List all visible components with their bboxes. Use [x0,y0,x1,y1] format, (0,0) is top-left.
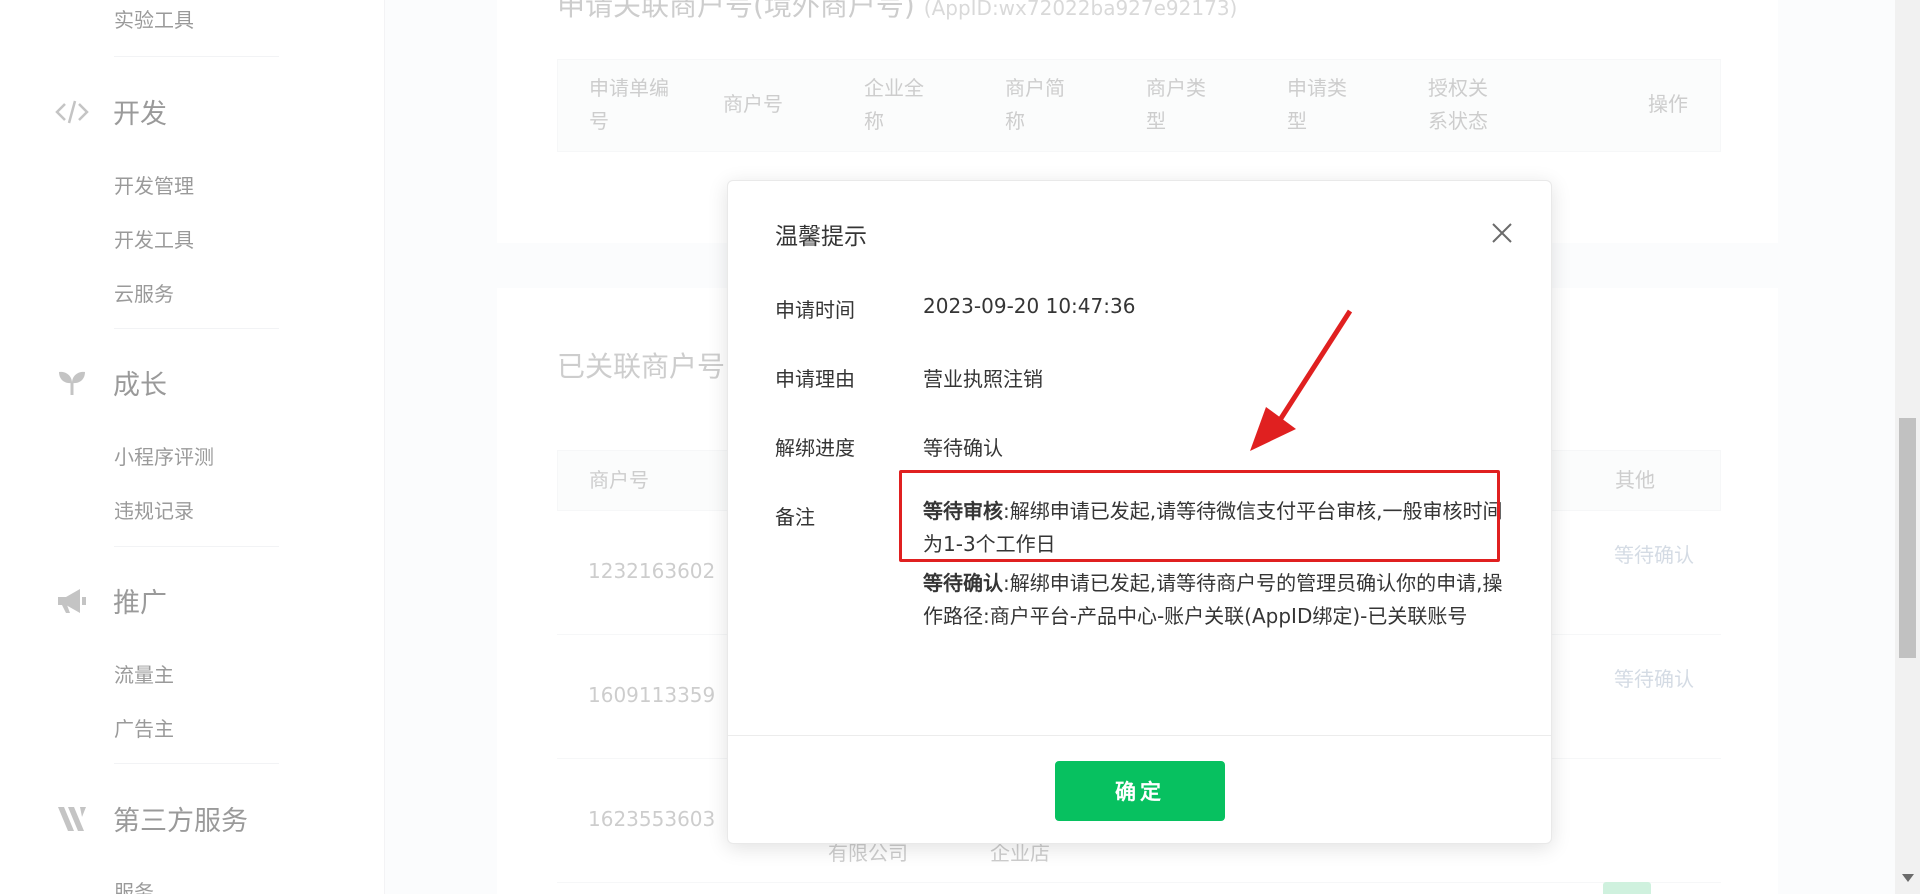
dialog-title: 温馨提示 [775,224,867,250]
field-label-apply-time: 申请时间 [775,298,855,322]
apply-reason-value: 营业执照注销 [923,367,1043,391]
field-label-unbind-progress: 解绑进度 [775,436,855,460]
scroll-thumb[interactable] [1899,418,1916,658]
dialog-footer-divider [728,735,1551,736]
confirm-button[interactable]: 确定 [1055,761,1225,821]
field-label-apply-reason: 申请理由 [775,367,855,391]
apply-time-value: 2023-09-20 10:47:36 [923,294,1136,318]
note-status: 等待确认 [923,571,1003,595]
close-icon[interactable] [1488,219,1516,247]
vertical-scrollbar[interactable] [1895,0,1920,894]
unbind-progress-value: 等待确认 [923,436,1003,460]
annotation-arrow-icon [1250,309,1353,451]
field-label-remark: 备注 [775,505,815,529]
note-text: :解绑申请已发起,请等待商户号的管理员确认你的申请,操作路径:商户平台-产品中心… [923,571,1503,628]
scroll-down-icon[interactable] [1902,874,1914,882]
note-pending-confirm: 等待确认:解绑申请已发起,请等待商户号的管理员确认你的申请,操作路径:商户平台-… [923,567,1503,633]
highlight-box [899,470,1500,562]
